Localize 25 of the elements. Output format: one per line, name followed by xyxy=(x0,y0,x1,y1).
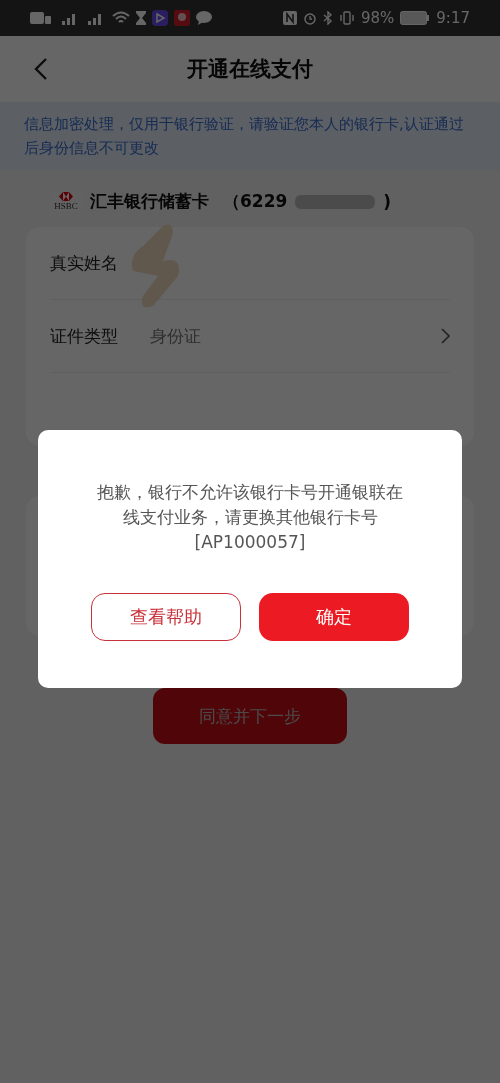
notice-banner: 信息加密处理，仅用于银行验证，请验证您本人的银行卡,认证通过后身份信息不可更改 xyxy=(0,102,500,170)
bank-logo-text: HSBC xyxy=(54,201,78,211)
chevron-icon[interactable] xyxy=(441,328,450,344)
help-button[interactable]: 查看帮助 xyxy=(91,593,241,641)
dialog-message: 抱歉，银行不允许该银行卡号开通银联在线支付业务，请更换其他银行卡号[AP1000057] xyxy=(96,481,404,554)
chat-icon xyxy=(196,11,212,25)
bank-card-name: 汇丰银行储蓄卡 xyxy=(90,190,209,213)
clock-time: 9:17 xyxy=(436,9,470,27)
app-icon xyxy=(152,10,168,26)
back-icon[interactable] xyxy=(34,57,48,81)
app-icon xyxy=(174,10,190,26)
hourglass-icon xyxy=(136,11,146,25)
confirm-button[interactable]: 确定 xyxy=(259,593,409,641)
battery-percent: 98% xyxy=(360,9,395,27)
bluetooth-icon xyxy=(322,11,333,25)
field-label: 证件类型 xyxy=(50,324,119,348)
field-label: 真实姓名 xyxy=(50,251,119,275)
page-title: 开通在线支付 xyxy=(187,56,313,83)
card-number-end: ) xyxy=(383,191,392,212)
battery-icon xyxy=(400,11,431,25)
alarm-icon xyxy=(302,11,317,25)
vibrate-icon xyxy=(338,11,355,25)
card-number: （6229 xyxy=(223,190,288,213)
nfc-icon xyxy=(282,11,297,25)
wifi-icon xyxy=(112,11,130,25)
